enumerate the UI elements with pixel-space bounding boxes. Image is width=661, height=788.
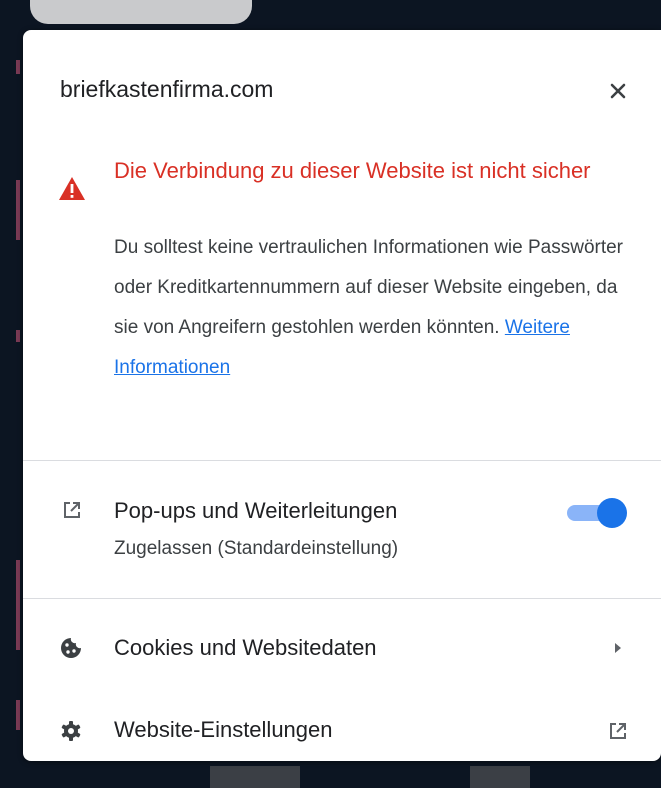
security-warning-description: Du solltest keine vertraulichen Informat… xyxy=(114,228,644,388)
toggle-knob xyxy=(597,498,627,528)
cookie-icon xyxy=(60,637,82,659)
site-domain: briefkastenfirma.com xyxy=(60,76,274,102)
browser-tab[interactable] xyxy=(30,0,252,24)
background-mark xyxy=(16,330,20,342)
background-mark xyxy=(16,60,20,74)
popups-setting-status: Zugelassen (Standardeinstellung) xyxy=(114,538,399,559)
background-thumbnail xyxy=(210,766,300,788)
arrow-right-icon xyxy=(607,637,629,659)
popups-setting-title: Pop-ups und Weiterleitungen xyxy=(114,498,398,523)
divider xyxy=(23,460,661,461)
background-mark xyxy=(16,700,20,730)
popups-toggle[interactable] xyxy=(565,498,627,528)
close-button[interactable] xyxy=(601,74,635,108)
warning-triangle-icon xyxy=(58,176,86,201)
gear-icon xyxy=(60,720,82,742)
background-mark xyxy=(16,180,20,240)
site-info-popup: briefkastenfirma.com Die Verbindung zu d… xyxy=(23,30,661,761)
popup-header: briefkastenfirma.com xyxy=(23,30,661,148)
cookies-label: Cookies und Websitedaten xyxy=(114,635,377,660)
open-in-new-icon xyxy=(61,499,83,521)
divider xyxy=(23,598,661,599)
page-background-bottom xyxy=(0,762,661,788)
open-in-new-icon xyxy=(607,720,629,742)
security-warning-title: Die Verbindung zu dieser Website ist nic… xyxy=(114,158,591,183)
background-mark xyxy=(16,560,20,650)
page-background-strip xyxy=(0,0,22,788)
background-thumbnail xyxy=(470,766,530,788)
site-settings-row[interactable]: Website-Einstellungen xyxy=(23,696,661,756)
close-icon xyxy=(610,83,626,99)
cookies-row[interactable]: Cookies und Websitedaten xyxy=(23,615,661,681)
site-settings-label: Website-Einstellungen xyxy=(114,717,333,742)
